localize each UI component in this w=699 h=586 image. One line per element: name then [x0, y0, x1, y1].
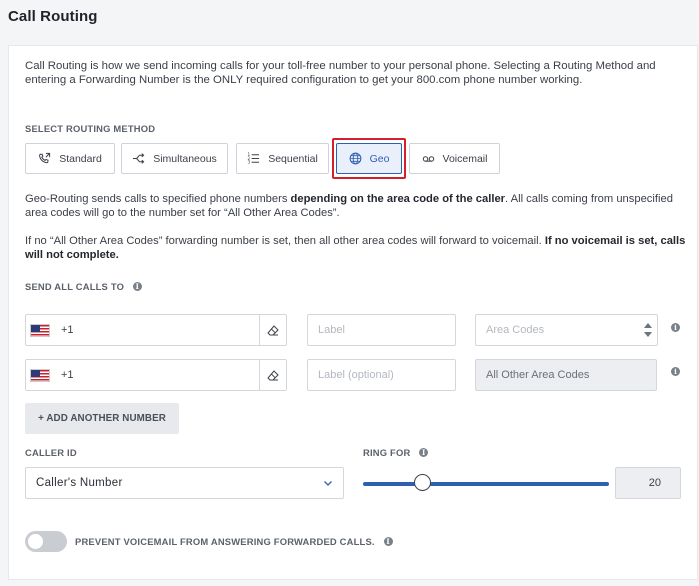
info-icon[interactable]: i — [671, 323, 680, 332]
us-flag-icon[interactable] — [30, 368, 50, 382]
numbered-list-icon: 1 2 3 — [248, 152, 260, 165]
phone-number-input-1[interactable]: +1 — [25, 314, 287, 346]
ring-for-value: 20 — [615, 467, 681, 499]
chevron-down-icon — [324, 481, 332, 486]
caller-id-select[interactable]: Caller's Number — [25, 467, 344, 499]
call-routing-card: Call Routing is how we send incoming cal… — [8, 45, 698, 580]
ring-for-slider-track[interactable] — [363, 482, 609, 486]
phone-forward-icon — [39, 152, 51, 164]
all-other-area-codes-field: All Other Area Codes — [475, 359, 657, 391]
voicemail-icon — [422, 156, 434, 162]
clear-button[interactable] — [259, 315, 286, 345]
method-geo-button[interactable]: Geo — [336, 143, 402, 174]
geo-description-1: Geo-Routing sends calls to specified pho… — [25, 193, 673, 219]
split-arrows-icon — [133, 153, 145, 164]
area-codes-stepper[interactable] — [641, 315, 655, 345]
prevent-voicemail-label: PREVENT VOICEMAIL FROM ANSWERING FORWARD… — [75, 536, 393, 547]
add-another-number-button[interactable]: + ADD ANOTHER NUMBER — [25, 403, 179, 434]
stepper-up-icon[interactable] — [644, 323, 652, 328]
us-flag-icon[interactable] — [30, 323, 50, 337]
method-label: Standard — [59, 152, 102, 165]
method-label: Voicemail — [442, 152, 488, 165]
globe-icon — [349, 152, 361, 165]
eraser-icon — [267, 324, 279, 335]
intro-text: Call Routing is how we send incoming cal… — [25, 60, 656, 86]
method-voicemail-button[interactable]: Voicemail — [409, 143, 500, 174]
phone-number-input-2[interactable]: +1 — [25, 359, 287, 391]
method-label: Sequential — [268, 152, 318, 165]
caller-id-value: Caller's Number — [36, 477, 123, 489]
country-code: +1 — [61, 369, 74, 381]
ring-for-slider-thumb[interactable] — [413, 474, 431, 491]
geo-description-2: If no “All Other Area Codes” forwarding … — [25, 235, 686, 261]
routing-method-label: SELECT ROUTING METHOD — [25, 123, 156, 134]
method-sequential-button[interactable]: 1 2 3 Sequential — [236, 143, 329, 174]
ring-for-label: RING FOR i — [363, 447, 429, 458]
stepper-down-icon[interactable] — [644, 332, 652, 337]
eraser-icon — [267, 369, 279, 380]
label-input-1[interactable] — [307, 314, 456, 346]
caller-id-label: CALLER ID — [25, 447, 77, 458]
svg-text:3: 3 — [248, 160, 251, 165]
area-codes-input[interactable] — [475, 314, 658, 346]
method-label: Geo — [369, 152, 390, 165]
method-simultaneous-button[interactable]: Simultaneous — [121, 143, 228, 174]
info-icon[interactable]: i — [383, 537, 393, 546]
clear-button[interactable] — [259, 360, 286, 390]
method-standard-button[interactable]: Standard — [25, 143, 115, 174]
page-title: Call Routing — [8, 8, 98, 25]
label-input-2[interactable] — [307, 359, 456, 391]
toggle-knob[interactable] — [28, 534, 43, 549]
country-code: +1 — [61, 324, 74, 336]
info-icon[interactable]: i — [132, 282, 142, 291]
info-icon[interactable]: i — [671, 367, 680, 376]
send-calls-to-label: SEND ALL CALLS TO i — [25, 281, 142, 292]
prevent-voicemail-toggle[interactable] — [25, 531, 67, 552]
info-icon[interactable]: i — [419, 448, 429, 457]
method-label: Simultaneous — [153, 152, 217, 165]
